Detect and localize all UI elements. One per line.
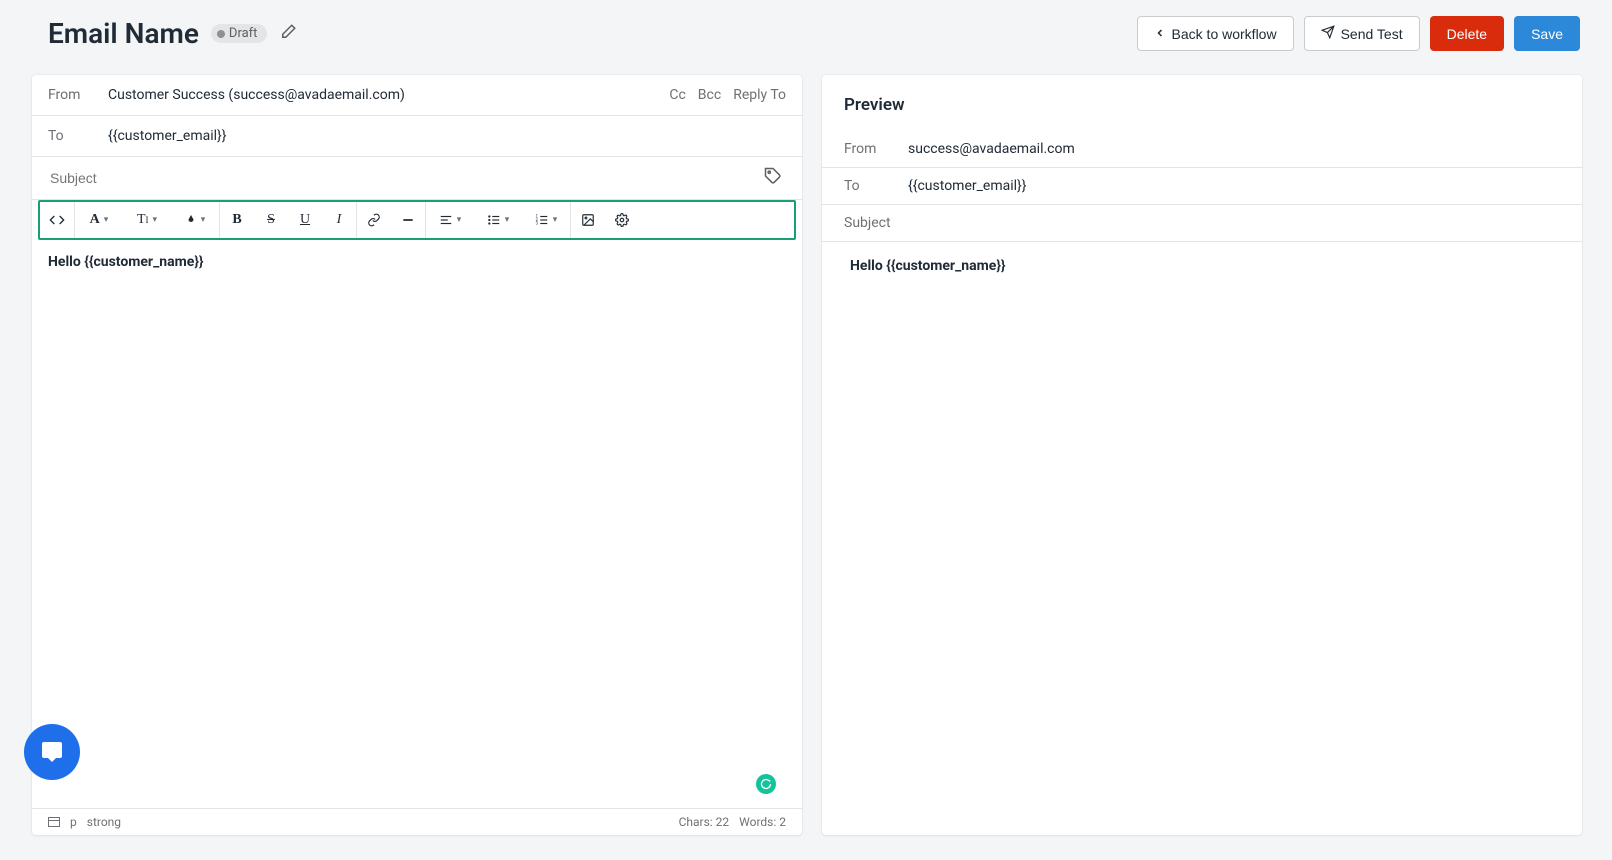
status-dot-icon [217,30,225,38]
tag-icon[interactable] [764,167,782,189]
from-row: From Customer Success (success@avadaemai… [32,75,802,116]
horizontal-rule-button[interactable] [391,202,425,238]
reply-to-link[interactable]: Reply To [733,87,786,103]
editor-content: Hello {{customer_name}} [48,254,204,270]
preview-to-row: To {{customer_email}} [822,168,1582,205]
words-count: Words: 2 [739,815,786,829]
paper-plane-icon [1321,25,1335,42]
element-path: p strong [48,815,121,829]
code-view-icon[interactable] [40,202,74,238]
back-button-label: Back to workflow [1172,26,1277,42]
preview-from-label: From [844,141,908,157]
preview-to-value: {{customer_email}} [908,178,1027,194]
preview-panel: Preview From success@avadaemail.com To {… [822,75,1582,835]
layout-icon[interactable] [48,817,60,827]
bold-button[interactable]: B [220,202,254,238]
path-p[interactable]: p [70,815,77,829]
back-to-workflow-button[interactable]: Back to workflow [1137,16,1294,51]
to-row: To {{customer_email}} [32,116,802,157]
italic-button[interactable]: I [322,202,356,238]
editor-toolbar: A▾ TI▾ ▾ B S U I ▾ ▾ 123▾ [38,200,796,240]
font-color-button[interactable]: ▾ [171,202,219,238]
editor-panel: From Customer Success (success@avadaemai… [32,75,802,835]
path-strong[interactable]: strong [87,815,121,829]
settings-button[interactable] [605,202,639,238]
preview-content: Hello {{customer_name}} [850,258,1006,274]
pencil-icon[interactable] [279,23,297,45]
page-title: Email Name [48,17,199,50]
editor-body[interactable]: Hello {{customer_name}} [32,240,802,808]
preview-subject-label: Subject [844,215,908,231]
font-family-button[interactable]: A▾ [75,202,123,238]
grammarly-icon[interactable] [756,774,776,794]
link-button[interactable] [357,202,391,238]
send-test-button[interactable]: Send Test [1304,16,1420,51]
status-badge-label: Draft [229,26,258,41]
page-header: Email Name Draft Back to workflow Send T… [0,0,1612,75]
chars-count: Chars: 22 [679,815,730,829]
preview-body: Hello {{customer_name}} [822,242,1582,290]
send-test-label: Send Test [1341,26,1403,42]
underline-button[interactable]: U [288,202,322,238]
preview-from-row: From success@avadaemail.com [822,131,1582,168]
header-left: Email Name Draft [48,17,297,50]
image-button[interactable] [571,202,605,238]
save-button[interactable]: Save [1514,16,1580,51]
bcc-link[interactable]: Bcc [698,87,721,103]
svg-text:3: 3 [535,221,538,226]
preview-title: Preview [822,75,1582,131]
preview-subject-row: Subject [822,205,1582,242]
editor-counts: Chars: 22 Words: 2 [679,815,786,829]
subject-input[interactable] [48,169,786,187]
header-actions: Back to workflow Send Test Delete Save [1137,16,1580,51]
subject-row [32,157,802,200]
cc-link[interactable]: Cc [669,87,685,103]
to-label: To [48,128,108,144]
chat-fab-button[interactable] [24,724,80,780]
editor-statusbar: p strong Chars: 22 Words: 2 [32,808,802,835]
recipient-extras: Cc Bcc Reply To [669,87,786,103]
strikethrough-button[interactable]: S [254,202,288,238]
status-badge: Draft [211,24,268,43]
ordered-list-button[interactable]: 123▾ [522,202,570,238]
preview-to-label: To [844,178,908,194]
delete-button[interactable]: Delete [1430,16,1504,51]
from-label: From [48,87,108,103]
bullet-list-button[interactable]: ▾ [474,202,522,238]
to-value[interactable]: {{customer_email}} [108,128,227,144]
main-content: From Customer Success (success@avadaemai… [0,75,1612,835]
preview-from-value: success@avadaemail.com [908,141,1075,157]
chevron-left-icon [1154,26,1166,42]
from-value[interactable]: Customer Success (success@avadaemail.com… [108,87,405,103]
font-size-button[interactable]: TI▾ [123,202,171,238]
align-button[interactable]: ▾ [426,202,474,238]
